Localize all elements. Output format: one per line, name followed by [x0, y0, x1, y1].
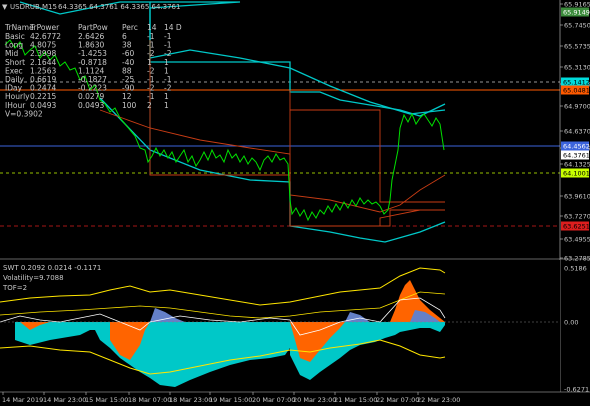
- price-label-text: 64.3761: [563, 152, 590, 160]
- time-axis: 14 Mar 2019 14 Mar 23:0015 Mar 15:00 18 Ma…: [2, 392, 460, 404]
- price-tick-label: 64.9700: [564, 103, 590, 111]
- time-tick-label: 20 Mar 07:00: [252, 396, 295, 404]
- table-header-cell: 14 D: [164, 23, 182, 32]
- time-tick-label: 14 Mar 23:00: [43, 396, 86, 404]
- swt-indicator-window[interactable]: [0, 260, 560, 392]
- price-tick-label: 65.3130: [564, 64, 590, 72]
- symbol-arrow-icon: ▼: [2, 3, 8, 11]
- price-tick-label: 65.9165: [564, 1, 590, 9]
- chart-header: ▼ USDRUB,M15 64.3365 64.3761 64.3365 64.…: [2, 3, 180, 11]
- time-tick-label: 18 Mar 23:00: [169, 396, 212, 404]
- time-tick-label: 20 Mar 23:00: [293, 396, 336, 404]
- price-tick-label: 63.4955: [564, 236, 590, 244]
- time-tick-label: 15 Mar 15:00: [85, 396, 128, 404]
- price-label-text: 64.4562: [563, 143, 590, 151]
- table-header-cell: Perc: [122, 23, 138, 32]
- time-tick-label: 19 Mar 15:00: [209, 396, 252, 404]
- table-cell: 2: [147, 101, 152, 110]
- time-tick-label: 14 Mar 2019: [2, 396, 43, 404]
- price-tick-label: 63.9610: [564, 193, 590, 201]
- price-label-text: 63.6251: [563, 223, 590, 231]
- price-label-text: 64.1001: [563, 170, 590, 178]
- price-tick-label: 64.6370: [564, 128, 590, 136]
- price-axis: 65.916565.745065.573565.313065.141564.97…: [560, 1, 590, 263]
- indicator-line-1: SWT 0.2092 0.0214 -0.1171: [3, 264, 101, 272]
- table-header-cell: PartPow: [78, 23, 108, 32]
- price-tick-label: 64.1325: [564, 161, 590, 169]
- table-header-cell: 14: [147, 23, 157, 32]
- time-tick-label: 22 Mar 23:00: [417, 396, 460, 404]
- price-tick-label: 63.2785: [564, 255, 590, 263]
- price-tick-label: 63.7270: [564, 213, 590, 221]
- table-cell: 1: [164, 101, 169, 110]
- indicator-tick-label: 0.00: [564, 319, 578, 327]
- chart-window[interactable]: TrNameTrPower PartPow Perc 14 14 DBasic 42.67…: [0, 0, 590, 406]
- time-tick-label: 18 Mar 07:00: [128, 396, 171, 404]
- price-label-text: 65.1412: [563, 79, 590, 87]
- indicator-axis: 0.51860.00-0.6271: [564, 265, 589, 394]
- price-tick-label: 65.5735: [564, 43, 590, 51]
- table-v-value: V=0.3902: [5, 109, 43, 118]
- price-label-text: 65.9149: [563, 9, 590, 17]
- time-tick-label: 21 Mar 15:00: [334, 396, 377, 404]
- table-header-cell: TrPower: [29, 23, 60, 32]
- chart-ohlc: 64.3365 64.3761 64.3365 64.3761: [58, 3, 180, 11]
- price-label-text: 65.0481: [563, 87, 590, 95]
- indicator-line-3: TOF=2: [2, 284, 27, 292]
- indicator-tick-label: 0.5186: [564, 265, 587, 273]
- table-cell: 0.0493: [78, 101, 104, 110]
- chart-title: USDRUB,M15: [10, 3, 57, 11]
- table-cell: 100: [122, 101, 137, 110]
- indicator-line-2: Volatility=9.7088: [3, 274, 64, 282]
- price-tick-label: 65.7450: [564, 22, 590, 30]
- time-tick-label: 22 Mar 07:00: [376, 396, 419, 404]
